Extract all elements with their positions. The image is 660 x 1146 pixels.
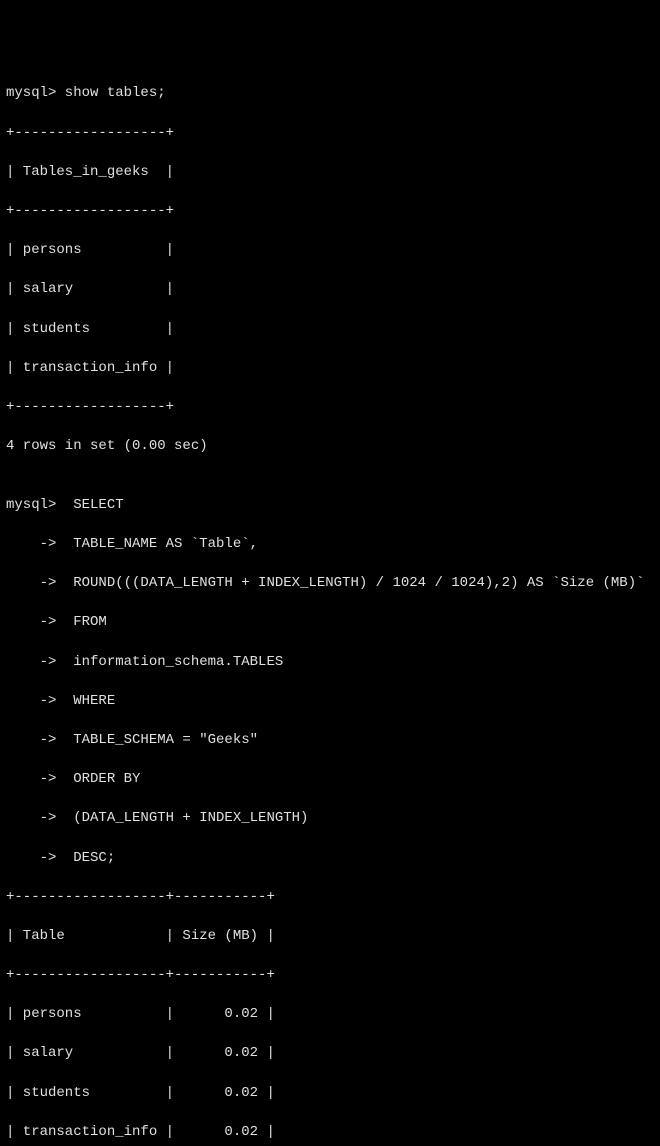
- prompt-show-tables: mysql> show tables;: [6, 84, 654, 104]
- query-line: -> WHERE: [6, 692, 654, 712]
- table-row: | transaction_info | 0.02 |: [6, 1123, 654, 1143]
- query-line: -> information_schema.TABLES: [6, 653, 654, 673]
- result-summary: 4 rows in set (0.00 sec): [6, 437, 654, 457]
- table-separator: +------------------+: [6, 398, 654, 418]
- table-row: | salary |: [6, 280, 654, 300]
- query-line: -> ROUND(((DATA_LENGTH + INDEX_LENGTH) /…: [6, 574, 654, 594]
- table-row: | persons | 0.02 |: [6, 1005, 654, 1025]
- query-line: mysql> SELECT: [6, 496, 654, 516]
- table-separator: +------------------+: [6, 124, 654, 144]
- table-header-tables-in-geeks: | Tables_in_geeks |: [6, 163, 654, 183]
- query-line: -> TABLE_SCHEMA = "Geeks": [6, 731, 654, 751]
- query-line: -> ORDER BY: [6, 770, 654, 790]
- table-row: | transaction_info |: [6, 359, 654, 379]
- query-line: -> (DATA_LENGTH + INDEX_LENGTH): [6, 809, 654, 829]
- table-separator: +------------------+: [6, 202, 654, 222]
- query-line: -> FROM: [6, 613, 654, 633]
- table-row: | salary | 0.02 |: [6, 1044, 654, 1064]
- query-line: -> TABLE_NAME AS `Table`,: [6, 535, 654, 555]
- table-row: | students | 0.02 |: [6, 1084, 654, 1104]
- table-row: | students |: [6, 320, 654, 340]
- table-header-size: | Table | Size (MB) |: [6, 927, 654, 947]
- table-separator: +------------------+-----------+: [6, 966, 654, 986]
- query-line: -> DESC;: [6, 849, 654, 869]
- table-row: | persons |: [6, 241, 654, 261]
- table-separator: +------------------+-----------+: [6, 888, 654, 908]
